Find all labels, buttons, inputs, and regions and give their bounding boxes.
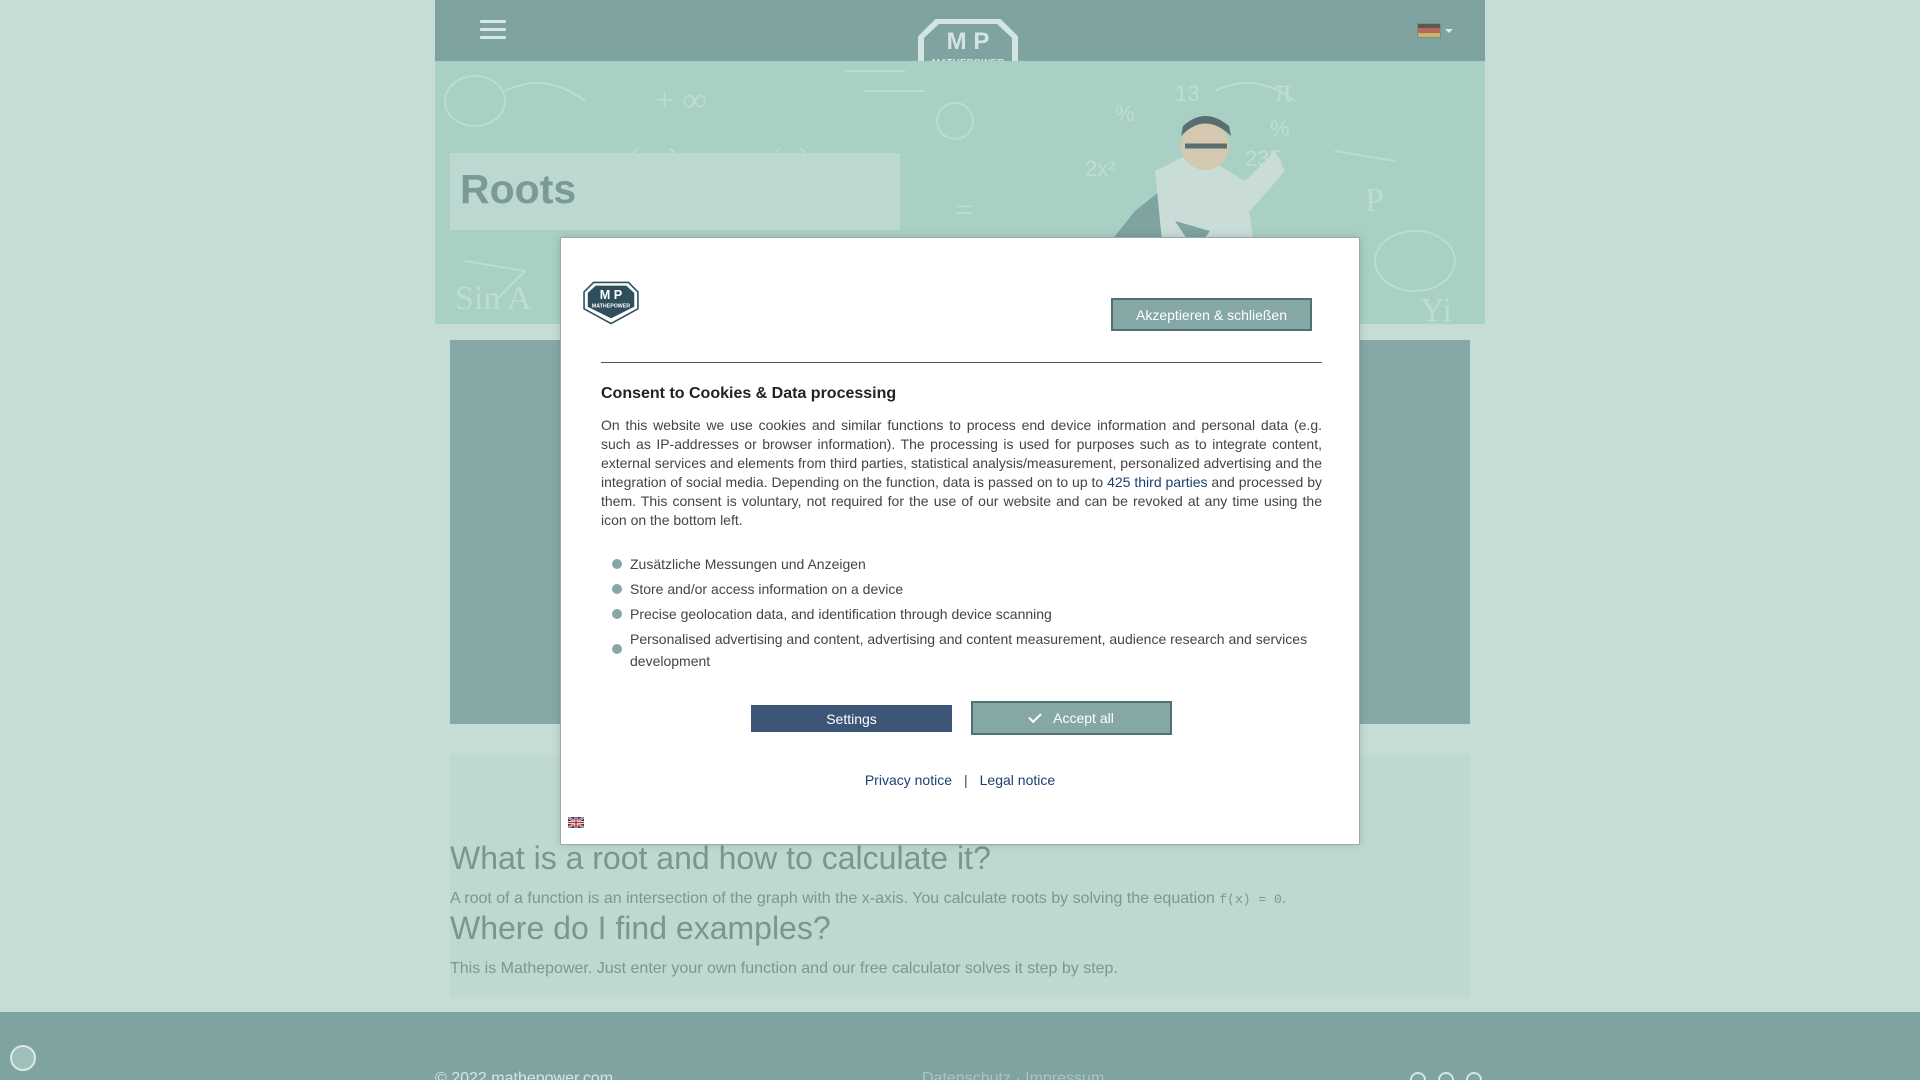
bullet-icon — [612, 644, 622, 654]
svg-text:+ ∞: + ∞ — [655, 82, 707, 119]
faq-answer-1-end: . — [1281, 890, 1287, 907]
bullet-icon — [612, 584, 622, 594]
logo-letters: M P — [947, 28, 990, 55]
page-title: Roots — [460, 166, 577, 212]
faq-question-1: What is a root and how to calculate it? — [450, 840, 991, 876]
consent-heading: Consent to Cookies & Data processing — [601, 385, 897, 402]
facebook-icon[interactable] — [1410, 1072, 1426, 1080]
purpose-item: Precise geolocation data, and identifica… — [601, 603, 1322, 625]
equation-code: f(x) = 0 — [1219, 892, 1282, 907]
faq-answer-1: A root of a function is an intersection … — [450, 890, 1286, 908]
accept-and-close-button[interactable]: Akzeptieren & schließen — [1111, 298, 1312, 331]
instagram-icon[interactable] — [1466, 1072, 1482, 1080]
consent-logo-wordmark: MATHEPOWER — [592, 304, 630, 310]
svg-text:Sin A: Sin A — [455, 280, 532, 317]
menu-icon[interactable] — [480, 20, 506, 42]
purpose-label: Store and/or access information on a dev… — [630, 581, 904, 597]
svg-text:P: P — [1365, 182, 1384, 219]
checkmark-icon — [1028, 709, 1042, 724]
legal-links: Privacy notice | Legal notice — [561, 772, 1359, 788]
faq-answer-1-text: A root of a function is an intersection … — [450, 890, 1215, 907]
purpose-list: Zusätzliche Messungen und Anzeigen Store… — [601, 553, 1322, 675]
third-parties-link[interactable]: 425 third parties — [1107, 474, 1207, 490]
consent-description: On this website we use cookies and simil… — [601, 416, 1322, 530]
fingerprint-icon[interactable] — [10, 1045, 36, 1071]
svg-text:=: = — [955, 192, 974, 229]
accept-all-button[interactable]: Accept all — [971, 701, 1172, 735]
site-header: M P MATHEPOWER — [435, 0, 1485, 98]
social-links — [1410, 1072, 1482, 1080]
bullet-icon — [612, 609, 622, 619]
faq-question-2: Where do I find examples? — [450, 910, 831, 946]
consent-logo-letters: M P — [600, 288, 623, 302]
consent-logo: M P MATHEPOWER — [583, 281, 639, 325]
purpose-item: Personalised advertising and content, ad… — [601, 628, 1322, 672]
accept-all-label: Accept all — [1053, 710, 1114, 726]
site-footer: © 2022 mathepower.com Datenschutz · Impr… — [0, 1012, 1920, 1080]
uk-flag-icon[interactable] — [568, 817, 584, 828]
purpose-label: Personalised advertising and content, ad… — [630, 631, 1308, 669]
svg-text:Yi: Yi — [1420, 292, 1452, 324]
purpose-item: Zusätzliche Messungen und Anzeigen — [601, 553, 1322, 575]
cookie-consent-dialog: M P MATHEPOWER Akzeptieren & schließen C… — [560, 237, 1360, 845]
bullet-icon — [612, 559, 622, 569]
faq-answer-2: This is Mathepower. Just enter your own … — [450, 960, 1118, 977]
purpose-label: Zusätzliche Messungen und Anzeigen — [630, 556, 866, 572]
settings-button[interactable]: Settings — [751, 705, 952, 732]
caret-down-icon — [1445, 29, 1453, 33]
twitter-icon[interactable] — [1438, 1072, 1454, 1080]
privacy-notice-link[interactable]: Privacy notice — [865, 772, 952, 788]
link-separator: | — [964, 772, 968, 788]
purpose-label: Precise geolocation data, and identifica… — [630, 606, 1052, 622]
modal-divider — [601, 362, 1322, 363]
footer-links[interactable]: Datenschutz · Impressum — [922, 1070, 1104, 1080]
legal-notice-link[interactable]: Legal notice — [980, 772, 1056, 788]
purpose-item: Store and/or access information on a dev… — [601, 578, 1322, 600]
german-flag-icon — [1417, 23, 1441, 38]
footer-copyright: © 2022 mathepower.com — [435, 1070, 614, 1080]
language-switcher[interactable] — [1417, 23, 1453, 39]
